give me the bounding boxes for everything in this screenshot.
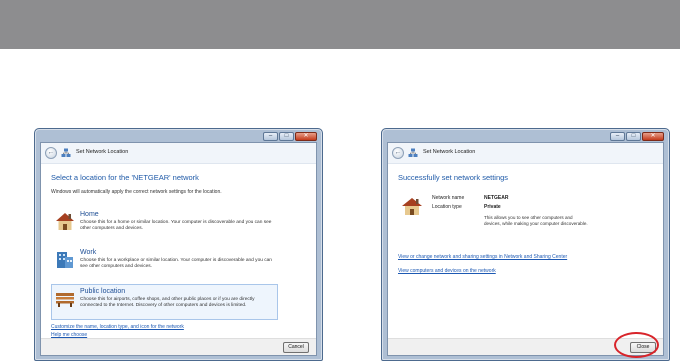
dialog-footer: Cancel xyxy=(41,338,316,355)
maximize-button[interactable]: □ xyxy=(626,132,641,141)
window-controls: – □ ✕ xyxy=(610,132,664,141)
network-icon xyxy=(408,148,418,157)
option-home[interactable]: Home Choose this for a home or similar l… xyxy=(51,207,278,241)
title-bar: ← Set Network Location xyxy=(41,143,316,164)
customize-network-link[interactable]: Customize the name, location type, and i… xyxy=(51,324,184,330)
header-band xyxy=(0,0,680,49)
park-bench-icon xyxy=(56,293,74,307)
option-home-description: Choose this for a home or similar locati… xyxy=(80,220,272,231)
network-settings-success-window: – □ ✕ ← Set Network Location Successfull… xyxy=(381,128,670,361)
network-name-value: NETGEAR xyxy=(484,195,509,201)
cancel-button[interactable]: Cancel xyxy=(283,342,309,353)
option-public-location-label: Public location xyxy=(80,288,126,295)
title-bar: ← Set Network Location xyxy=(388,143,663,164)
instruction-text: Windows will automatically apply the cor… xyxy=(51,189,222,195)
back-button[interactable]: ← xyxy=(392,147,404,159)
window-controls: – □ ✕ xyxy=(263,132,317,141)
page-heading: Select a location for the 'NETGEAR' netw… xyxy=(51,173,199,182)
option-public-location[interactable]: Public location Choose this for airports… xyxy=(51,284,278,320)
option-work-label: Work xyxy=(80,249,97,256)
location-type-label: Location type xyxy=(432,204,462,210)
window-title: Set Network Location xyxy=(76,149,129,155)
set-network-location-window: – □ ✕ ← Set Network Location Select a lo… xyxy=(34,128,323,361)
option-home-label: Home xyxy=(80,211,99,218)
maximize-button[interactable]: □ xyxy=(279,132,294,141)
house-icon xyxy=(402,198,422,215)
network-name-label: Network name xyxy=(432,195,465,201)
network-icon xyxy=(61,148,71,157)
option-public-location-description: Choose this for airports, coffee shops, … xyxy=(80,297,255,308)
close-window-button[interactable]: ✕ xyxy=(295,132,317,141)
office-building-icon xyxy=(57,252,73,268)
view-network-devices-link[interactable]: View computers and devices on the networ… xyxy=(398,268,496,274)
location-type-note: This allows you to see other computers a… xyxy=(484,215,588,226)
window-title: Set Network Location xyxy=(423,149,476,155)
page-heading: Successfully set network settings xyxy=(398,173,509,182)
window-client-area: ← Set Network Location Successfully set … xyxy=(387,142,664,356)
option-work-description: Choose this for a workplace or similar l… xyxy=(80,258,272,269)
close-window-button[interactable]: ✕ xyxy=(642,132,664,141)
house-icon xyxy=(56,213,74,230)
location-type-value: Private xyxy=(484,204,501,210)
network-sharing-center-link[interactable]: View or change network and sharing setti… xyxy=(398,254,567,260)
back-button[interactable]: ← xyxy=(45,147,57,159)
option-work[interactable]: Work Choose this for a workplace or simi… xyxy=(51,245,278,279)
minimize-button[interactable]: – xyxy=(610,132,625,141)
minimize-button[interactable]: – xyxy=(263,132,278,141)
window-client-area: ← Set Network Location Select a location… xyxy=(40,142,317,356)
close-button-highlight-circle xyxy=(614,332,659,358)
